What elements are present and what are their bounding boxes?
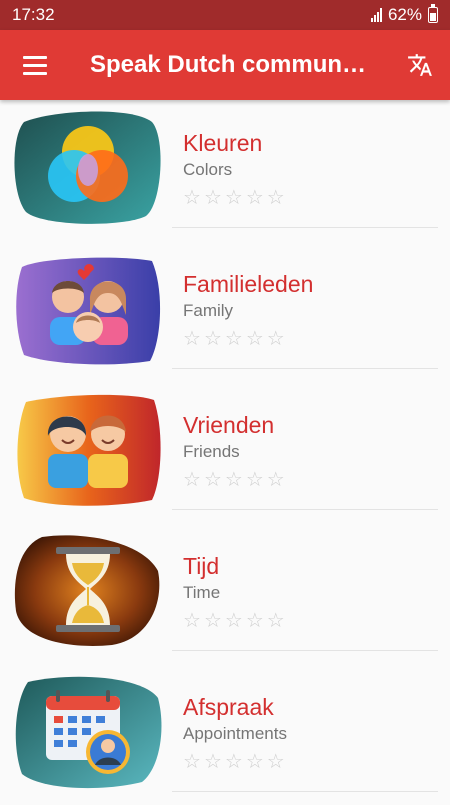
star-icon: ☆	[203, 469, 222, 491]
topic-subtitle: Appointments	[183, 724, 287, 743]
star-icon: ☆	[183, 751, 201, 773]
battery-percent: 62%	[387, 5, 422, 24]
list-item[interactable]: Familieleden Family ☆ ☆ ☆ ☆ ☆	[0, 241, 450, 382]
star-icon: ☆	[245, 187, 264, 209]
topic-subtitle: Friends	[183, 442, 240, 461]
topic-text: Afspraak Appointments ☆ ☆ ☆ ☆ ☆	[183, 692, 287, 772]
star-icon: ☆	[183, 187, 201, 209]
topic-text: Tijd Time ☆ ☆ ☆ ☆ ☆	[183, 551, 285, 631]
topic-text: Familieleden Family ☆ ☆ ☆ ☆ ☆	[183, 269, 313, 349]
status-bar: 17:32 62%	[0, 0, 450, 30]
topic-title: Kleuren	[183, 130, 263, 156]
star-icon: ☆	[224, 610, 243, 632]
list-item[interactable]: Tijd Time ☆ ☆ ☆ ☆ ☆	[0, 523, 450, 664]
rating-stars: ☆ ☆ ☆ ☆ ☆	[183, 611, 285, 631]
topic-subtitle: Time	[183, 583, 221, 602]
star-icon: ☆	[203, 187, 222, 209]
signal-icon	[370, 8, 382, 22]
star-icon: ☆	[245, 610, 264, 632]
calendar-icon	[12, 672, 162, 790]
star-icon: ☆	[203, 610, 222, 632]
status-time: 17:32	[12, 5, 55, 24]
rating-stars: ☆ ☆ ☆ ☆ ☆	[183, 752, 287, 772]
star-icon: ☆	[266, 610, 285, 632]
star-icon: ☆	[245, 751, 264, 773]
list-item[interactable]: Vrienden Friends ☆ ☆ ☆ ☆ ☆	[0, 382, 450, 523]
star-icon: ☆	[224, 187, 243, 209]
topic-list: Kleuren Colors ☆ ☆ ☆ ☆ ☆ Familieleden Fa…	[0, 100, 450, 805]
star-icon: ☆	[183, 610, 201, 632]
star-icon: ☆	[183, 328, 201, 350]
colors-icon	[12, 108, 162, 226]
family-icon	[12, 249, 162, 367]
hourglass-icon	[12, 531, 162, 649]
rating-stars: ☆ ☆ ☆ ☆ ☆	[183, 188, 285, 208]
battery-icon	[428, 4, 438, 23]
topic-title: Tijd	[183, 553, 220, 579]
topic-text: Kleuren Colors ☆ ☆ ☆ ☆ ☆	[183, 128, 285, 208]
friends-icon	[12, 390, 162, 508]
star-icon: ☆	[266, 187, 285, 209]
menu-icon[interactable]	[0, 30, 70, 100]
topic-title: Familieleden	[183, 271, 314, 297]
list-item[interactable]: Kleuren Colors ☆ ☆ ☆ ☆ ☆	[0, 100, 450, 241]
star-icon: ☆	[266, 469, 285, 491]
divider	[172, 509, 438, 510]
status-indicators: 62%	[370, 4, 438, 25]
topic-subtitle: Family	[183, 301, 234, 320]
list-item[interactable]: Afspraak Appointments ☆ ☆ ☆ ☆ ☆	[0, 664, 450, 805]
star-icon: ☆	[245, 469, 264, 491]
divider	[172, 650, 438, 651]
page-title: Speak Dutch communic…	[90, 51, 387, 78]
translate-icon[interactable]	[390, 30, 450, 100]
star-icon: ☆	[266, 328, 285, 350]
star-icon: ☆	[224, 751, 243, 773]
topic-text: Vrienden Friends ☆ ☆ ☆ ☆ ☆	[183, 410, 285, 490]
app-bar: Speak Dutch communic…	[0, 30, 450, 100]
star-icon: ☆	[224, 328, 243, 350]
star-icon: ☆	[245, 328, 264, 350]
star-icon: ☆	[224, 469, 243, 491]
star-icon: ☆	[203, 328, 222, 350]
topic-title: Vrienden	[183, 412, 275, 438]
rating-stars: ☆ ☆ ☆ ☆ ☆	[183, 470, 285, 490]
rating-stars: ☆ ☆ ☆ ☆ ☆	[183, 329, 313, 349]
star-icon: ☆	[266, 751, 285, 773]
star-icon: ☆	[183, 469, 201, 491]
divider	[172, 368, 438, 369]
divider	[172, 791, 438, 792]
topic-title: Afspraak	[183, 694, 274, 720]
star-icon: ☆	[203, 751, 222, 773]
divider	[172, 227, 438, 228]
topic-subtitle: Colors	[183, 160, 233, 179]
